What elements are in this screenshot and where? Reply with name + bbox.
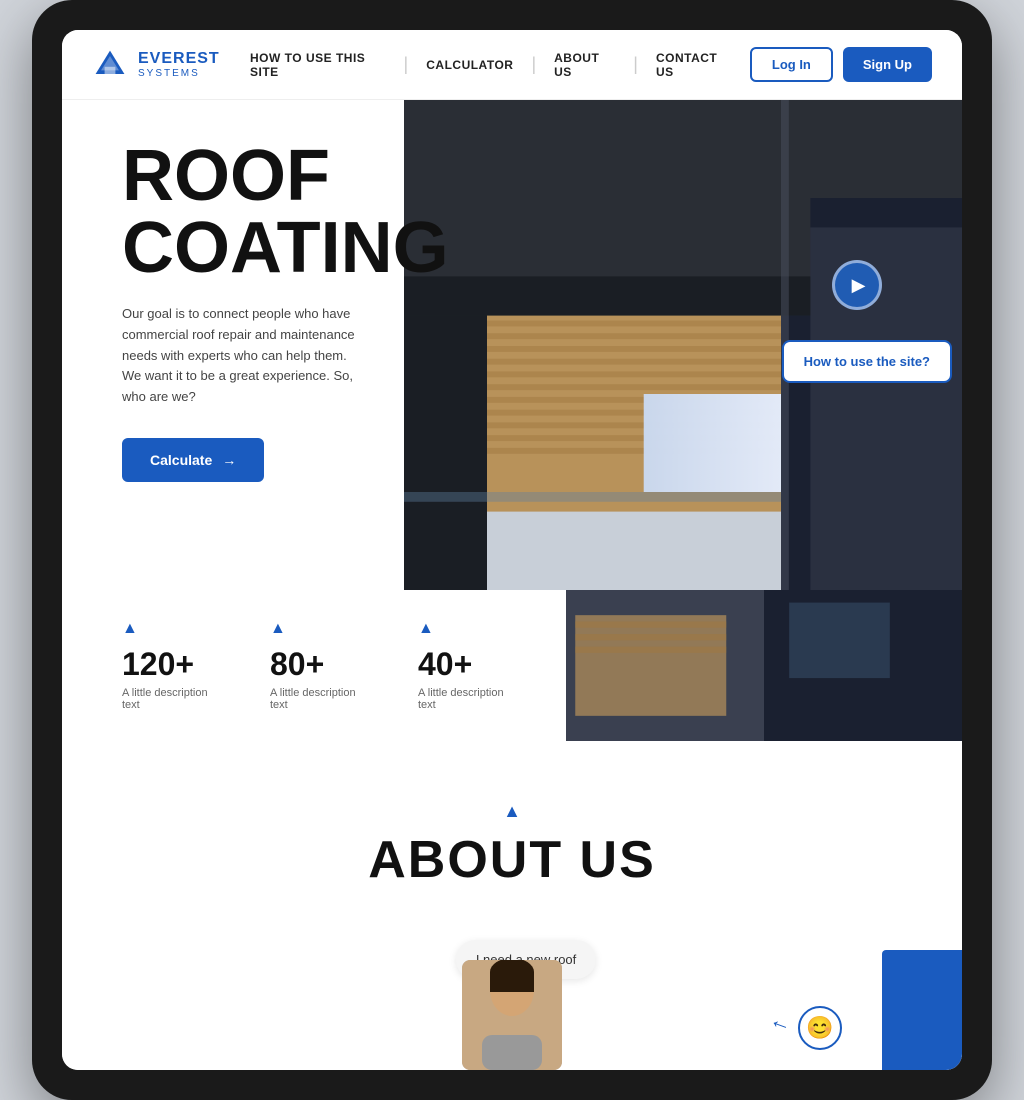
play-button[interactable]: ▶ <box>832 260 882 310</box>
stat-desc-3: A little description text <box>418 687 506 711</box>
logo-sub: SYSTEMS <box>138 68 220 79</box>
hero-title: ROOF COATING <box>122 140 507 284</box>
stat-arrow-2: ▲ <box>270 620 358 638</box>
hero-title-line2: COATING <box>122 208 449 288</box>
stats-section: ▲ 120+ A little description text ▲ 80+ A… <box>62 590 962 741</box>
signup-button[interactable]: Sign Up <box>843 47 932 82</box>
stats-left: ▲ 120+ A little description text ▲ 80+ A… <box>62 590 566 741</box>
logo-text: EVEREST SYSTEMS <box>138 50 220 79</box>
logo-name: EVEREST <box>138 50 220 68</box>
bottom-area: I need a new roof ← 😊 <box>62 930 962 1070</box>
nav-contact-us[interactable]: CONTACT US <box>638 51 750 79</box>
nav-links: HOW TO USE THIS SITE | CALCULATOR | ABOU… <box>232 51 750 79</box>
nav-how-to-use[interactable]: HOW TO USE THIS SITE <box>232 51 404 79</box>
about-section: ▲ ABOUT US <box>62 741 962 930</box>
device-frame: EVEREST SYSTEMS HOW TO USE THIS SITE | C… <box>32 0 992 1100</box>
person-svg <box>462 960 562 1070</box>
logo-icon <box>92 47 128 83</box>
login-button[interactable]: Log In <box>750 47 833 82</box>
building-bottom <box>566 590 962 741</box>
stats-right-image <box>566 590 962 741</box>
emoji-icon: 😊 <box>798 1006 842 1050</box>
hero-content: ROOF COATING Our goal is to connect peop… <box>62 100 557 512</box>
nav-calculator[interactable]: CALCULATOR <box>408 58 531 72</box>
about-title: ABOUT US <box>122 830 902 890</box>
logo-area: EVEREST SYSTEMS <box>92 47 232 83</box>
stat-arrow-3: ▲ <box>418 620 506 638</box>
nav-buttons: Log In Sign Up <box>750 47 932 82</box>
hero-section: ROOF COATING Our goal is to connect peop… <box>62 100 962 590</box>
browser-window: EVEREST SYSTEMS HOW TO USE THIS SITE | C… <box>62 30 962 1070</box>
hero-description: Our goal is to connect people who have c… <box>122 304 362 408</box>
stat-number-3: 40+ <box>418 646 506 683</box>
arrow-right-icon: → <box>222 452 236 468</box>
stat-number-2: 80+ <box>270 646 358 683</box>
person-image <box>462 960 562 1070</box>
play-icon: ▶ <box>852 275 866 296</box>
stat-number-1: 120+ <box>122 646 210 683</box>
calculate-button[interactable]: Calculate → <box>122 438 264 482</box>
about-accent-icon: ▲ <box>122 801 902 822</box>
navbar: EVEREST SYSTEMS HOW TO USE THIS SITE | C… <box>62 30 962 100</box>
stat-item-3: ▲ 40+ A little description text <box>418 620 506 711</box>
stat-desc-2: A little description text <box>270 687 358 711</box>
blue-decorative-block <box>882 950 962 1070</box>
stat-item-2: ▲ 80+ A little description text <box>270 620 358 711</box>
stat-item-1: ▲ 120+ A little description text <box>122 620 210 711</box>
stat-arrow-1: ▲ <box>122 620 210 638</box>
nav-about-us[interactable]: ABOUT US <box>536 51 633 79</box>
how-to-site-button[interactable]: How to use the site? <box>782 340 952 383</box>
stat-desc-1: A little description text <box>122 687 210 711</box>
hero-title-line1: ROOF <box>122 136 330 216</box>
curved-arrow-icon: ← <box>766 1006 796 1038</box>
